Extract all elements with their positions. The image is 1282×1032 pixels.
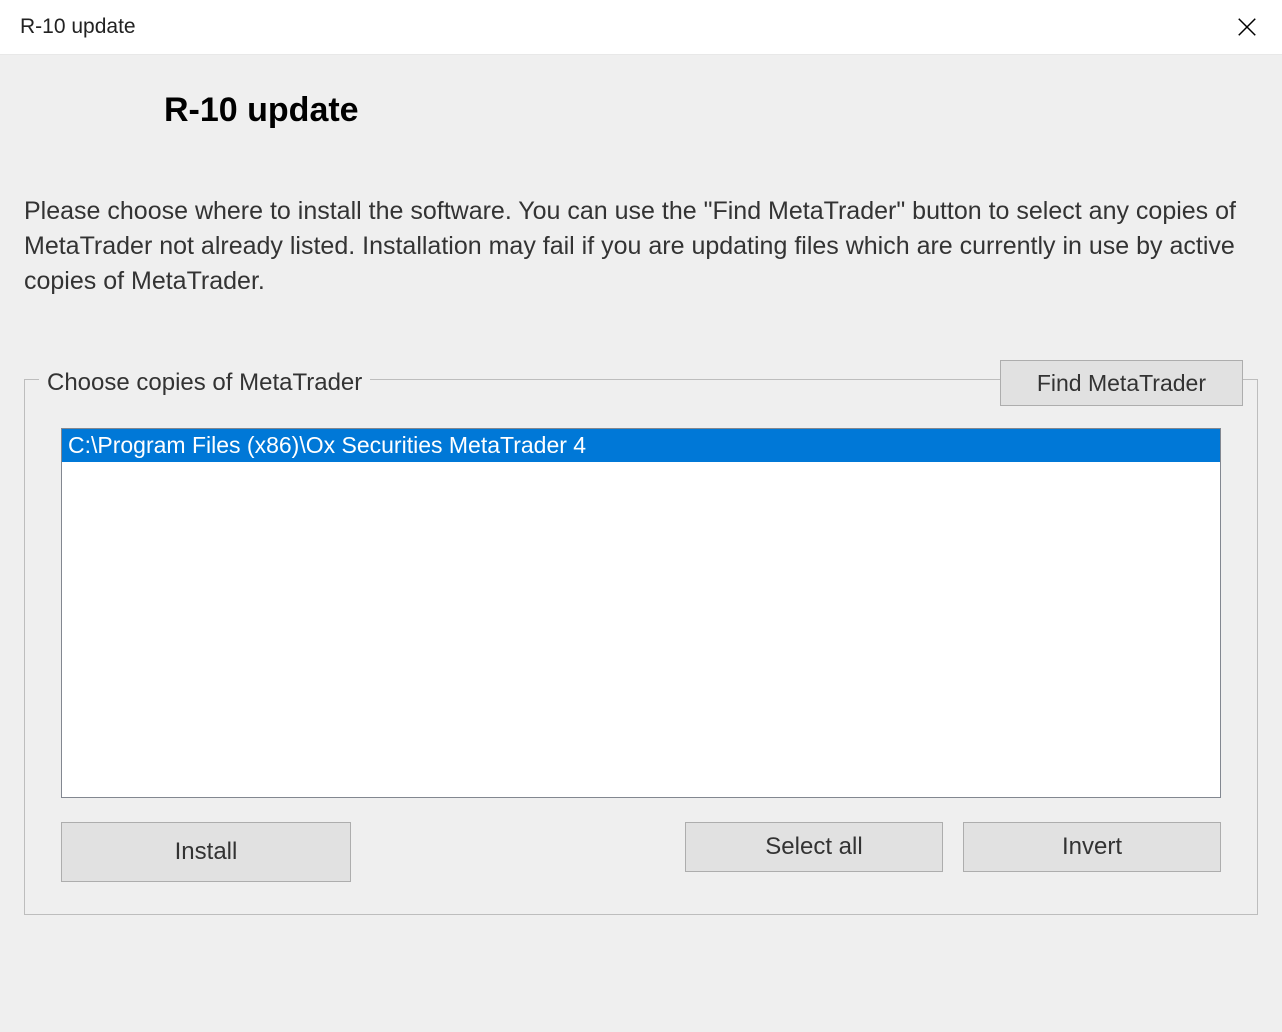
install-button[interactable]: Install bbox=[61, 822, 351, 882]
content-area: R-10 update Please choose where to insta… bbox=[0, 55, 1282, 1032]
window-title: R-10 update bbox=[20, 15, 136, 39]
fieldset-legend-row: Choose copies of MetaTrader Find MetaTra… bbox=[25, 360, 1257, 406]
button-row: Install Select all Invert bbox=[61, 822, 1221, 882]
close-icon bbox=[1236, 16, 1258, 38]
spacer bbox=[371, 822, 665, 882]
list-item[interactable]: C:\Program Files (x86)\Ox Securities Met… bbox=[62, 429, 1220, 462]
description-text: Please choose where to install the softw… bbox=[24, 194, 1258, 299]
invert-button[interactable]: Invert bbox=[963, 822, 1221, 872]
find-metatrader-button[interactable]: Find MetaTrader bbox=[1000, 360, 1243, 406]
metatrader-listbox[interactable]: C:\Program Files (x86)\Ox Securities Met… bbox=[61, 428, 1221, 798]
metatrader-fieldset: Choose copies of MetaTrader Find MetaTra… bbox=[24, 379, 1258, 915]
select-all-button[interactable]: Select all bbox=[685, 822, 943, 872]
close-button[interactable] bbox=[1232, 12, 1262, 42]
installer-window: R-10 update R-10 update Please choose wh… bbox=[0, 0, 1282, 1032]
page-heading: R-10 update bbox=[164, 91, 1258, 130]
fieldset-legend: Choose copies of MetaTrader bbox=[39, 369, 370, 397]
titlebar: R-10 update bbox=[0, 0, 1282, 55]
